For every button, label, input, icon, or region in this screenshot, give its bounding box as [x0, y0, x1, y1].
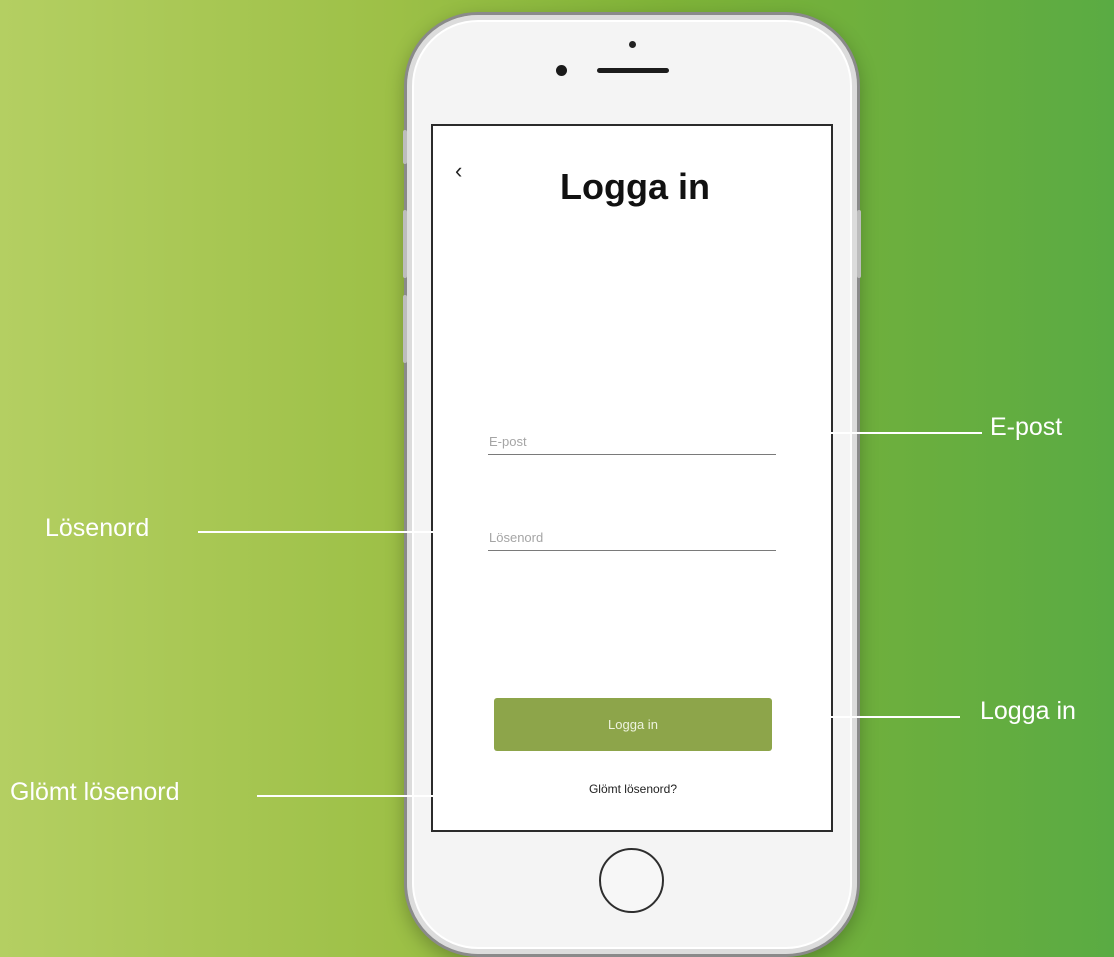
phone-volume-down: [403, 295, 407, 363]
earpiece-speaker: [597, 68, 669, 73]
phone-power-button: [857, 210, 861, 278]
back-arrow-icon[interactable]: ‹: [455, 160, 462, 182]
forgot-callout-line: [257, 795, 437, 797]
phone-silent-switch: [403, 130, 407, 164]
front-camera: [556, 65, 567, 76]
forgot-password-link[interactable]: Glömt lösenord?: [560, 782, 706, 796]
phone-volume-up: [403, 210, 407, 278]
page-title: Logga in: [560, 166, 710, 207]
password-callout-label: Lösenord: [45, 514, 150, 542]
email-callout-label: E-post: [990, 413, 1063, 441]
password-input[interactable]: [488, 524, 777, 550]
email-callout-line: [830, 432, 982, 434]
login-callout-label: Logga in: [980, 697, 1076, 725]
login-callout-line: [830, 716, 960, 718]
email-input[interactable]: [488, 428, 777, 454]
login-button[interactable]: Logga in: [494, 698, 772, 751]
proximity-sensor: [629, 41, 636, 48]
home-button[interactable]: [599, 848, 664, 913]
password-callout-line: [198, 531, 438, 533]
password-field[interactable]: [488, 524, 777, 551]
email-field[interactable]: [488, 428, 777, 455]
forgot-callout-label: Glömt lösenord: [10, 778, 180, 806]
